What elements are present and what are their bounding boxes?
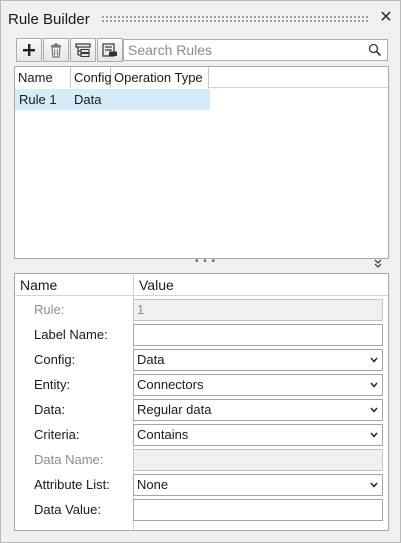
rules-table: Name Config Operation Type Rule 1 Data [14,66,389,259]
data-value-field [133,499,383,521]
attribute-list-select[interactable]: None [133,474,383,496]
rule-builder-panel: Rule Builder ✕ Search Rules Name Config … [0,0,401,543]
label-name-input[interactable] [137,325,377,344]
config-value: Data [137,352,165,367]
label-name-field [133,324,383,346]
criteria-label: Criteria: [34,427,80,442]
search-icon[interactable] [368,43,382,60]
chevron-down-icon [370,382,378,388]
entity-label: Entity: [34,377,71,392]
search-input[interactable] [124,40,364,60]
chevron-down-icon [370,407,378,413]
property-grid: Name Value Rule: 1 Label Name: Config: D… [14,273,389,531]
search-box [123,39,388,61]
title-bar[interactable]: Rule Builder ✕ [1,1,400,37]
property-header-name: Name [15,274,133,296]
property-row-data-name: Data Name: [15,447,388,472]
rule-label: Rule: [34,302,65,317]
chevron-down-icon [370,482,378,488]
data-value-input[interactable] [137,500,377,519]
column-header-config[interactable]: Config [71,67,112,88]
criteria-value: Contains [137,427,189,442]
rule-name-cell: Rule 1 [19,92,57,107]
data-select[interactable]: Regular data [133,399,383,421]
data-name-field [133,449,383,471]
data-name-label: Data Name: [34,452,104,467]
rules-table-header: Name Config Operation Type [15,67,388,88]
report-button[interactable] [97,38,123,62]
collapse-icon[interactable] [372,258,384,270]
attribute-list-label: Attribute List: [34,477,110,492]
property-header-value: Value [134,274,388,296]
property-row-config: Config: Data [15,347,388,372]
property-row-attribute-list: Attribute List: None [15,472,388,497]
delete-rule-button[interactable] [43,38,69,62]
data-value-label: Data Value: [34,502,101,517]
label-name-label: Label Name: [34,327,108,342]
config-label: Config: [34,352,76,367]
column-header-operation-type[interactable]: Operation Type [111,67,209,88]
toolbar [16,38,124,62]
data-value: Regular data [137,402,212,417]
entity-value: Connectors [137,377,204,392]
drag-grip[interactable] [101,15,369,23]
criteria-select[interactable]: Contains [133,424,383,446]
attribute-list-value: None [137,477,169,492]
plus-icon [23,44,35,56]
column-header-name[interactable]: Name [15,67,71,88]
property-row-data: Data: Regular data [15,397,388,422]
chevron-down-icon [370,432,378,438]
property-row-criteria: Criteria: Contains [15,422,388,447]
entity-select[interactable]: Connectors [133,374,383,396]
close-icon[interactable]: ✕ [378,9,394,27]
add-rule-button[interactable] [16,38,42,62]
data-label: Data: [34,402,66,417]
config-select[interactable]: Data [133,349,383,371]
pane-splitter[interactable]: • • • [14,256,389,267]
tree-icon [75,43,91,57]
rule-row[interactable]: Rule 1 Data [15,89,210,110]
property-row-data-value: Data Value: [15,497,388,522]
property-row-entity: Entity: Connectors [15,372,388,397]
tree-view-button[interactable] [70,38,96,62]
chevron-down-icon [370,357,378,363]
report-icon [102,43,117,57]
splitter-grip-dots: • • • [195,256,217,267]
rule-field: 1 [133,299,383,321]
trash-icon [51,43,61,58]
panel-title: Rule Builder [8,11,90,28]
property-row-rule: Rule: 1 [15,297,388,322]
property-row-label-name: Label Name: [15,322,388,347]
rule-config-cell: Data [74,92,102,107]
